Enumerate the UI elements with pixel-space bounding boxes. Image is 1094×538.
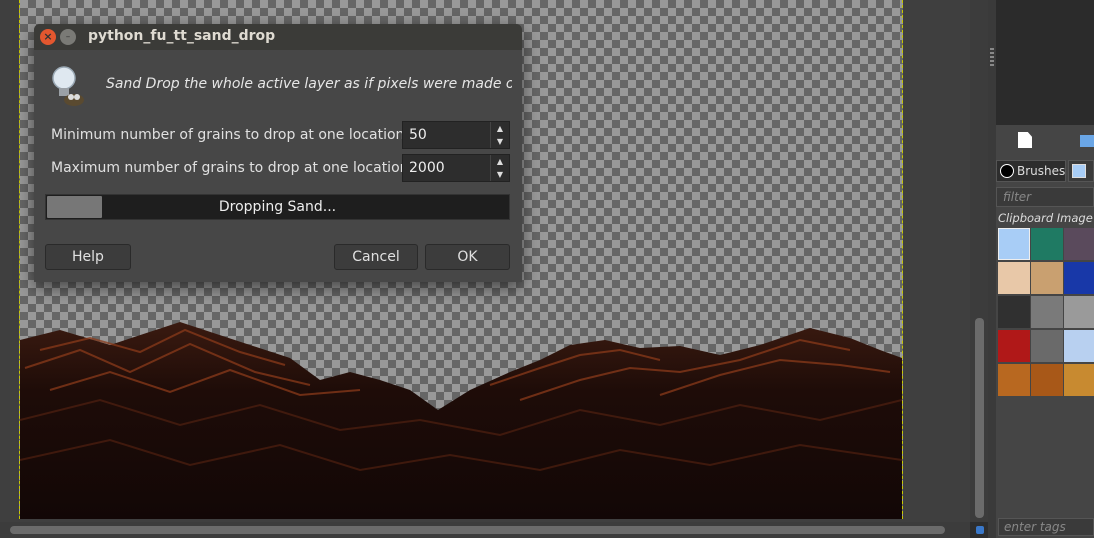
pattern-swatch[interactable] bbox=[998, 330, 1030, 362]
dialog-title: python_fu_tt_sand_drop bbox=[88, 28, 276, 44]
min-grains-label: Minimum number of grains to drop at one … bbox=[51, 127, 410, 143]
drag-handle-icon bbox=[990, 48, 994, 68]
pattern-swatch[interactable] bbox=[998, 228, 1030, 260]
pattern-swatch[interactable] bbox=[1031, 364, 1063, 396]
new-document-icon[interactable] bbox=[1018, 132, 1032, 148]
right-dock: Brushes filter Clipboard Image ( enter t… bbox=[996, 0, 1094, 538]
decrement-icon[interactable]: ▼ bbox=[490, 168, 509, 181]
pattern-swatch[interactable] bbox=[998, 364, 1030, 396]
dock-tabs: Brushes bbox=[996, 160, 1094, 182]
increment-icon[interactable]: ▲ bbox=[490, 155, 509, 168]
pattern-swatch[interactable] bbox=[998, 262, 1030, 294]
folder-icon[interactable] bbox=[1080, 135, 1094, 147]
pattern-swatch[interactable] bbox=[1031, 330, 1063, 362]
tab-brushes[interactable]: Brushes bbox=[996, 160, 1066, 182]
pattern-swatch[interactable] bbox=[1064, 364, 1094, 396]
dialog-titlebar[interactable]: × – python_fu_tt_sand_drop bbox=[34, 24, 522, 50]
vertical-scroll-thumb[interactable] bbox=[975, 318, 984, 518]
dock-separator[interactable] bbox=[988, 0, 996, 538]
horizontal-scroll-thumb[interactable] bbox=[10, 526, 945, 534]
pattern-swatch[interactable] bbox=[1031, 228, 1063, 260]
pattern-grid bbox=[998, 228, 1094, 398]
brush-icon bbox=[1000, 164, 1014, 178]
navigate-icon bbox=[976, 526, 984, 534]
tab-brushes-label: Brushes bbox=[1017, 164, 1066, 178]
dock-top-panel bbox=[996, 0, 1094, 125]
pattern-swatch[interactable] bbox=[1064, 330, 1094, 362]
max-grains-label: Maximum number of grains to drop at one … bbox=[51, 160, 414, 176]
progress-text: Dropping Sand... bbox=[218, 199, 337, 215]
min-grains-spinner[interactable]: 50 ▲ ▼ bbox=[402, 121, 510, 149]
minimize-button[interactable]: – bbox=[60, 29, 76, 45]
increment-icon[interactable]: ▲ bbox=[490, 122, 509, 135]
ok-button[interactable]: OK bbox=[425, 244, 510, 270]
cancel-button[interactable]: Cancel bbox=[334, 244, 418, 270]
max-grains-value[interactable]: 2000 bbox=[409, 160, 445, 176]
filter-input[interactable]: filter bbox=[996, 187, 1094, 207]
pattern-swatch[interactable] bbox=[1031, 262, 1063, 294]
pattern-icon bbox=[1072, 164, 1086, 178]
minimize-icon: – bbox=[65, 32, 71, 42]
tags-input[interactable]: enter tags bbox=[998, 518, 1094, 536]
decrement-icon[interactable]: ▼ bbox=[490, 135, 509, 148]
close-icon: × bbox=[43, 30, 53, 43]
pattern-swatch[interactable] bbox=[1064, 228, 1094, 260]
horizontal-scrollbar[interactable] bbox=[0, 522, 970, 538]
pattern-swatch[interactable] bbox=[1064, 296, 1094, 328]
min-grains-value[interactable]: 50 bbox=[409, 127, 427, 143]
dock-icon-row bbox=[996, 128, 1094, 154]
pattern-swatch[interactable] bbox=[1064, 262, 1094, 294]
vertical-scrollbar[interactable] bbox=[970, 0, 988, 522]
sand-drop-dialog: × – python_fu_tt_sand_drop Sand Drop the… bbox=[34, 24, 522, 282]
dialog-description: Sand Drop the whole active layer as if p… bbox=[106, 76, 512, 92]
pattern-swatch[interactable] bbox=[998, 296, 1030, 328]
lightbulb-icon bbox=[52, 66, 84, 106]
pattern-swatch[interactable] bbox=[1031, 296, 1063, 328]
help-button[interactable]: Help bbox=[45, 244, 131, 270]
pattern-name: Clipboard Image ( bbox=[998, 211, 1094, 225]
close-button[interactable]: × bbox=[40, 29, 56, 45]
max-grains-spinner[interactable]: 2000 ▲ ▼ bbox=[402, 154, 510, 182]
navigate-button[interactable] bbox=[970, 522, 988, 538]
tab-patterns[interactable] bbox=[1068, 160, 1094, 182]
progress-bar: Dropping Sand... bbox=[45, 194, 510, 220]
